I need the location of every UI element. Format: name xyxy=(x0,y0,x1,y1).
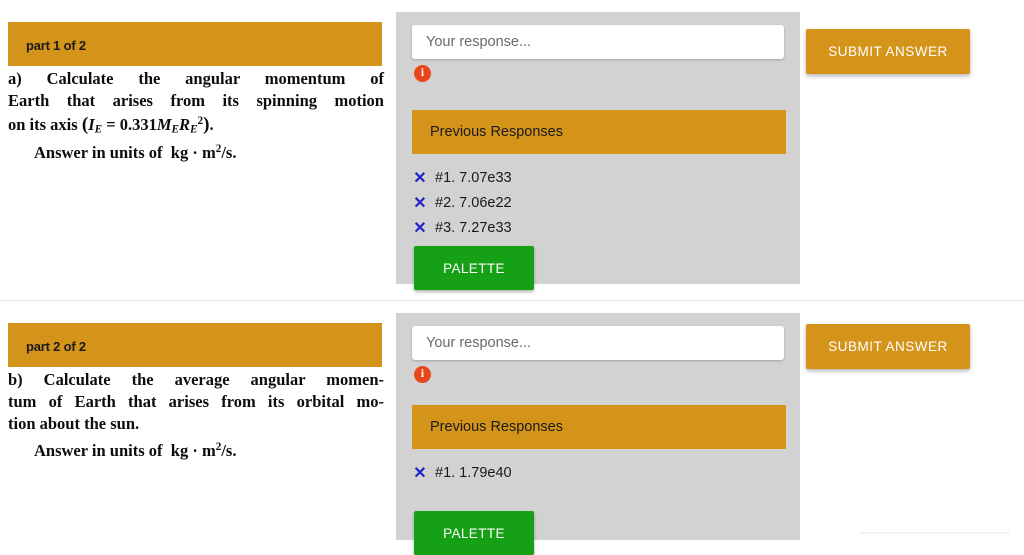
x-mark-icon: ✕ xyxy=(413,170,427,187)
response-panel: i Previous Responses ✕ #1. 1.79e40 PALET… xyxy=(396,313,800,555)
previous-responses-list: ✕ #1. 1.79e40 xyxy=(410,461,784,486)
part-label: part 1 of 2 xyxy=(26,38,86,53)
question-column: part 1 of 2 a) Calculate the angular mom… xyxy=(0,0,396,300)
part-header-banner: part 1 of 2 xyxy=(8,22,382,66)
formula-equals: = xyxy=(106,114,116,134)
unit-m: m xyxy=(201,440,216,460)
palette-button[interactable]: PALETTE xyxy=(414,511,534,555)
question-line-2: Earth that arises from its spinning moti… xyxy=(8,90,384,110)
list-item: ✕ #1. 7.07e33 xyxy=(410,166,784,191)
previous-responses-title: Previous Responses xyxy=(430,419,563,435)
question-line-3: tion about the sun. xyxy=(8,413,140,433)
formula-coefficient: 0.331 xyxy=(119,114,157,134)
submit-answer-button[interactable]: SUBMIT ANSWER xyxy=(806,29,970,74)
question-line-1: a) Calculate the angular momentum of xyxy=(8,69,384,88)
previous-responses-title: Previous Responses xyxy=(430,124,563,140)
part-header-banner: part 2 of 2 xyxy=(8,323,382,367)
question-line-1: b) Calculate the average angular momen- xyxy=(8,370,384,389)
list-item: ✕ #1. 1.79e40 xyxy=(410,461,784,486)
info-icon[interactable]: i xyxy=(414,366,431,383)
answer-units-line: Answer in units of kg · m2/s. xyxy=(34,143,237,163)
part-label: part 2 of 2 xyxy=(26,339,86,354)
question-section-part-2: part 2 of 2 b) Calculate the average ang… xyxy=(0,301,1024,555)
unit-m: m xyxy=(201,143,216,163)
question-line-2: tum of Earth that arises from its orbita… xyxy=(8,391,384,411)
unit-dot: · xyxy=(192,440,198,460)
formula-period: . xyxy=(209,114,214,134)
question-line-3: on its axis (IE = 0.331MERE2). xyxy=(8,113,214,136)
palette-button[interactable]: PALETTE xyxy=(414,246,534,290)
previous-response-label: #3. 7.27e33 xyxy=(435,220,512,236)
previous-response-label: #2. 7.06e22 xyxy=(435,195,512,211)
formula-var-I-sub: E xyxy=(94,123,103,136)
formula-var-M-sub: E xyxy=(171,123,180,136)
question-column: part 2 of 2 b) Calculate the average ang… xyxy=(0,301,396,536)
x-mark-icon: ✕ xyxy=(413,220,427,237)
response-panel: i Previous Responses ✕ #1. 7.07e33 ✕ #2.… xyxy=(396,12,800,290)
response-input[interactable] xyxy=(412,25,784,59)
list-item: ✕ #2. 7.06e22 xyxy=(410,191,784,216)
x-mark-icon: ✕ xyxy=(413,195,427,212)
response-input[interactable] xyxy=(412,326,784,360)
question-section-part-1: part 1 of 2 a) Calculate the angular mom… xyxy=(0,0,1024,300)
formula-var-R-sub: E xyxy=(190,123,198,136)
question-text: a) Calculate the angular momentum of Ear… xyxy=(8,68,384,164)
answer-units-line: Answer in units of kg · m2/s. xyxy=(34,440,237,460)
formula-var-M: M xyxy=(156,114,172,134)
list-item: ✕ #3. 7.27e33 xyxy=(410,216,784,241)
previous-responses-header: Previous Responses xyxy=(412,405,786,449)
previous-response-label: #1. 7.07e33 xyxy=(435,170,512,186)
previous-responses-list: ✕ #1. 7.07e33 ✕ #2. 7.06e22 ✕ #3. 7.27e3… xyxy=(410,166,784,241)
info-icon[interactable]: i xyxy=(414,65,431,82)
previous-response-label: #1. 1.79e40 xyxy=(435,465,512,481)
x-mark-icon: ✕ xyxy=(413,465,427,482)
unit-kg: kg xyxy=(170,143,189,163)
bottom-shadow xyxy=(860,532,1010,535)
question-text: b) Calculate the average angular momen- … xyxy=(8,369,384,462)
unit-kg: kg xyxy=(170,440,189,460)
previous-responses-header: Previous Responses xyxy=(412,110,786,154)
formula-var-R: R xyxy=(179,114,191,134)
unit-dot: · xyxy=(192,143,198,163)
unit-per-second: /s. xyxy=(221,440,237,460)
unit-per-second: /s. xyxy=(221,143,237,163)
submit-answer-button[interactable]: SUBMIT ANSWER xyxy=(806,324,970,369)
